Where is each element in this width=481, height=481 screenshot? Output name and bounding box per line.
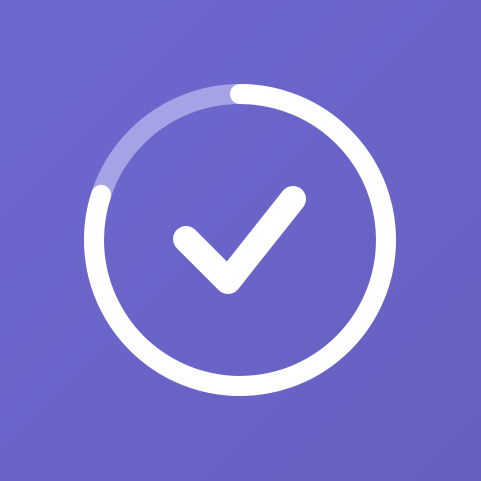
circular-progress-indicator [84, 84, 396, 396]
check-icon [173, 186, 306, 294]
splash-screen [0, 0, 481, 481]
